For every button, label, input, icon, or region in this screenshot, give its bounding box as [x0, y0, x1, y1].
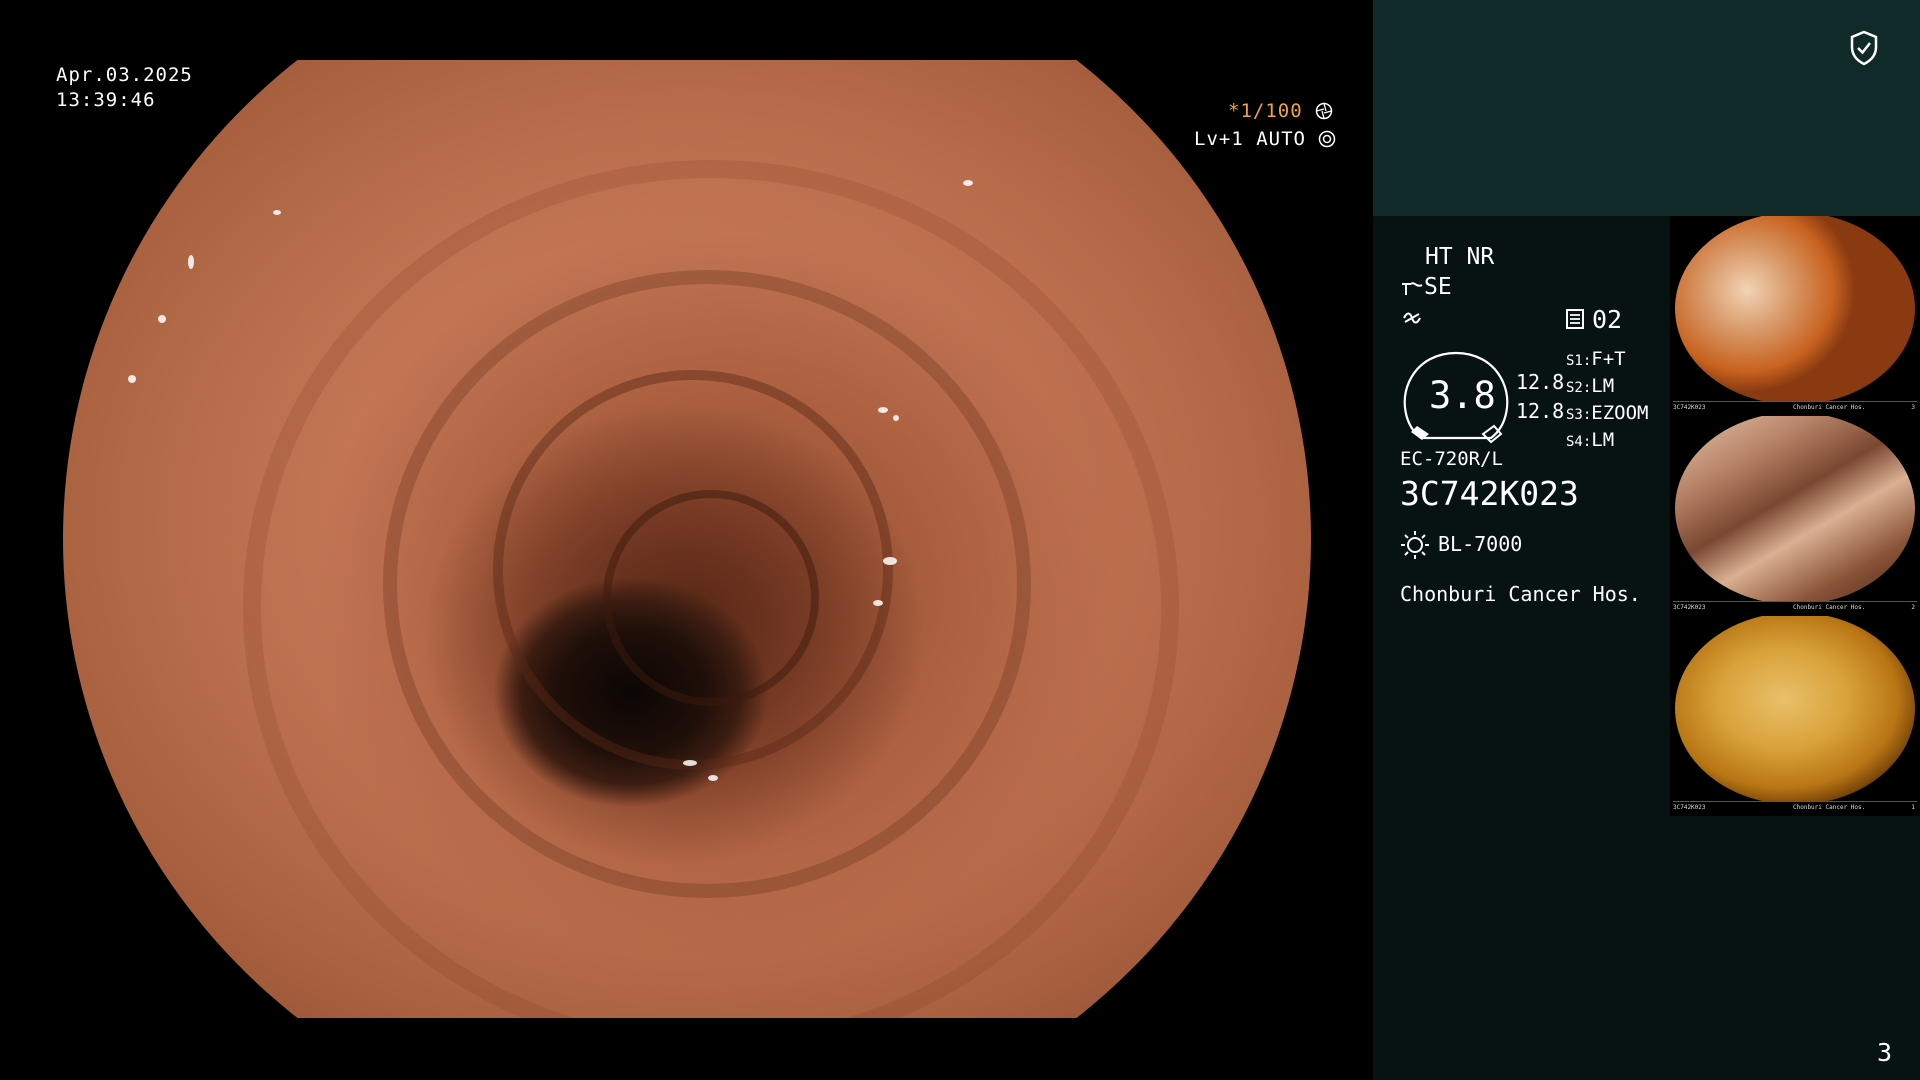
light-source: BL-7000: [1438, 532, 1523, 556]
thumbnail-serial: 3C742K023: [1673, 604, 1706, 611]
switch-key: S2: [1566, 380, 1583, 396]
value-b: 12.8: [1516, 399, 1565, 423]
date-label: Apr.03.2025: [56, 64, 193, 86]
thumbnail-serial: 3C742K023: [1673, 804, 1706, 811]
switch-key: S1: [1566, 353, 1583, 369]
shutter-speed: *1/100: [1228, 100, 1303, 122]
shutter-readout: *1/100: [1228, 99, 1333, 124]
scope-model: EC-720R/L: [1400, 448, 1503, 470]
thumbnail-caption: 3C742K023 Chonburi Cancer Hos. 3: [1673, 401, 1917, 414]
thumbnail-picture: [1675, 216, 1915, 401]
thumbnail-hospital: Chonburi Cancer Hos.: [1793, 604, 1866, 611]
thumbnail-picture: [1675, 416, 1915, 601]
thumbnail-hospital: Chonburi Cancer Hos.: [1793, 804, 1866, 811]
se-label: SE: [1424, 274, 1452, 300]
dial-value: 3.8: [1429, 374, 1496, 417]
switch-list: S1:F+T S2:LM S3:EZOOM S4:LM: [1566, 347, 1649, 455]
thumbnail-serial: 3C742K023: [1673, 404, 1706, 411]
switch-key: S3: [1566, 407, 1583, 423]
structure-enhancement-icon: [1402, 282, 1423, 295]
hospital-name: Chonburi Cancer Hos.: [1400, 582, 1641, 606]
switch-item: S4:LM: [1566, 429, 1615, 451]
switch-item: S1:F+T: [1566, 348, 1626, 370]
thumbnail-caption: 3C742K023 Chonburi Cancer Hos. 1: [1673, 801, 1917, 814]
thumbnail-caption: 3C742K023 Chonburi Cancer Hos. 2: [1673, 601, 1917, 614]
thumbnail-hospital: Chonburi Cancer Hos.: [1793, 404, 1866, 411]
switch-value: LM: [1591, 375, 1615, 397]
switch-value: EZOOM: [1591, 402, 1649, 424]
switch-value: F+T: [1591, 348, 1626, 370]
light-source-icon: [1401, 531, 1429, 559]
value-a: 12.8: [1516, 370, 1565, 394]
thumbnail-index: 1: [1911, 804, 1915, 811]
thumbnail-picture: [1675, 616, 1915, 801]
color-tone-icon: [1403, 312, 1421, 324]
thumbnail-image[interactable]: 3C742K023 Chonburi Cancer Hos. 1: [1670, 616, 1920, 816]
thumbnail-image[interactable]: 3C742K023 Chonburi Cancer Hos. 3: [1670, 216, 1920, 416]
switch-key: S4: [1566, 434, 1583, 450]
time-label: 13:39:46: [56, 89, 156, 111]
memory-icon: [1566, 309, 1584, 329]
shield-check-icon: [1850, 30, 1878, 66]
switch-value: LM: [1591, 429, 1615, 451]
thumbnail-index: 2: [1911, 604, 1915, 611]
iris-icon: [1319, 130, 1336, 148]
ht-nr-label: HT NR: [1425, 244, 1495, 270]
thumbnail-image[interactable]: 3C742K023 Chonburi Cancer Hos. 2: [1670, 416, 1920, 616]
shutter-icon: [1315, 102, 1333, 120]
scope-serial: 3C742K023: [1400, 474, 1579, 513]
level-label: Lv+1 AUTO: [1194, 128, 1306, 150]
switch-item: S2:LM: [1566, 375, 1615, 397]
panel-header: [1373, 0, 1920, 216]
endoscope-video: Apr.03.2025 13:39:46 *1/100 Lv+1 AUTO: [0, 0, 1373, 1080]
memory-number: 02: [1592, 305, 1623, 334]
level-readout: Lv+1 AUTO: [1194, 127, 1336, 152]
thumbnail-index: 3: [1911, 404, 1915, 411]
endoscopic-image: [63, 60, 1311, 1018]
switch-item: S3:EZOOM: [1566, 402, 1649, 424]
page-number: 3: [1877, 1038, 1893, 1067]
